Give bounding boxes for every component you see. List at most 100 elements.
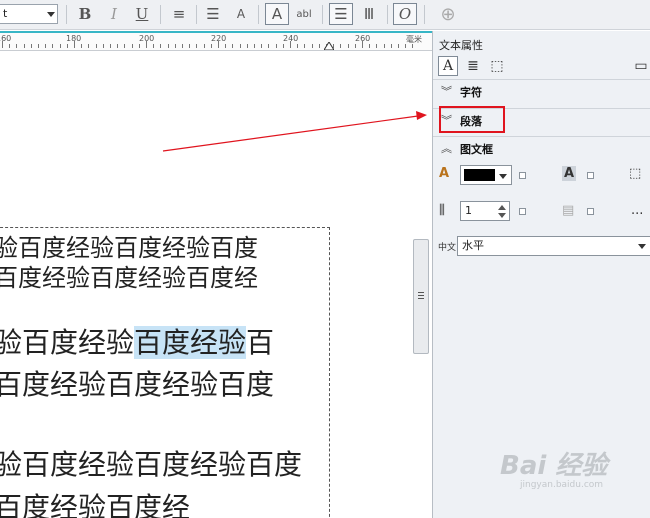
ruler-tick	[189, 44, 191, 48]
columns-value: 1	[465, 204, 472, 217]
align-left-icon: ≡	[172, 5, 186, 23]
ruler-tick	[102, 44, 104, 48]
ruler-tick	[74, 41, 75, 48]
ruler-tick	[45, 44, 47, 48]
frame-fill-checkbox[interactable]	[519, 172, 526, 179]
more-options-button[interactable]: ...	[631, 203, 643, 218]
text-align-button[interactable]: ≡	[167, 3, 191, 25]
interactive-object-button[interactable]: O	[393, 3, 417, 25]
tab-frame[interactable]: ⬚	[487, 56, 507, 76]
chevron-down-icon	[47, 12, 55, 17]
ruler-tick	[268, 44, 270, 48]
document-canvas[interactable]: 160 180 200 220 240 260 毫米 验百度经验百度经验百度 百…	[0, 31, 432, 518]
character-icon: A	[442, 58, 454, 74]
bullet-list-icon: ☰	[206, 5, 220, 23]
ruler-tick	[218, 41, 219, 48]
tab-paragraph[interactable]: ≣	[463, 56, 483, 76]
panel-options-icon: ▭	[634, 58, 648, 74]
underline-button[interactable]: U	[130, 3, 154, 25]
vertical-text-button[interactable]: Ⅲ	[357, 3, 381, 25]
ruler-tick	[297, 44, 299, 48]
toolbar-separator	[66, 5, 67, 24]
add-preset-button[interactable]: ⊕	[436, 3, 460, 25]
character-style-button[interactable]: A	[265, 3, 289, 25]
ruler-tick	[282, 44, 284, 48]
spin-up-icon[interactable]	[498, 205, 506, 210]
ruler-tick	[167, 44, 169, 48]
horizontal-ruler[interactable]: 160 180 200 220 240 260 毫米	[0, 31, 432, 51]
text-run: 百	[246, 326, 275, 359]
collapse-icon: ︽	[441, 142, 452, 155]
ruler-tick	[2, 41, 3, 48]
drop-cap-icon: A	[236, 7, 246, 21]
ruler-tick	[66, 44, 68, 48]
panel-menu-button[interactable]: ▭	[631, 56, 650, 76]
text-run: 验百度经验	[0, 326, 135, 359]
toolbar-separator	[322, 5, 323, 24]
ruler-tick	[354, 44, 356, 48]
ruler-tick	[88, 44, 90, 48]
chevron-down-icon	[499, 174, 507, 179]
text-direction-select[interactable]: 水平	[457, 236, 650, 256]
font-size-select[interactable]: t	[0, 4, 58, 24]
ruler-tick	[30, 44, 32, 48]
italic-button[interactable]: I	[102, 3, 126, 25]
color-swatch	[464, 169, 495, 181]
ruler-tick	[275, 44, 277, 48]
bullet-list-button[interactable]: ☰	[201, 3, 225, 25]
ruler-tick	[16, 44, 18, 48]
selected-text: 百度经验	[134, 326, 247, 359]
vertical-scrollbar-thumb[interactable]	[413, 239, 429, 354]
ruler-tick	[290, 41, 291, 48]
ruler-marker-icon[interactable]	[324, 42, 334, 50]
ruler-tick	[38, 44, 39, 48]
ruler-tick	[203, 44, 205, 48]
ruler-tick	[376, 44, 378, 48]
toolbar-separator	[424, 5, 425, 24]
column-width-checkbox[interactable]	[587, 208, 594, 215]
ruler-tick	[117, 44, 119, 48]
section-frame[interactable]: ︽ 图文框	[433, 136, 650, 158]
text-background-checkbox[interactable]	[587, 172, 594, 179]
bold-button[interactable]: B	[73, 3, 97, 25]
object-icon: O	[398, 5, 412, 23]
ruler-tick	[210, 44, 212, 48]
ruler-tick	[347, 44, 349, 48]
ruler-tick	[311, 44, 313, 48]
tab-character[interactable]: A	[438, 56, 458, 76]
ruler-tick	[232, 44, 234, 48]
ruler-tick	[412, 44, 414, 48]
annotation-box	[439, 106, 505, 133]
drop-cap-button[interactable]: A	[229, 3, 253, 25]
ruler-tick	[138, 44, 140, 48]
text-toolbar: t B I U ≡ ☰ A A abl ☰ Ⅲ O ⊕	[0, 0, 650, 30]
watermark-brand: Bai 经验	[500, 451, 608, 481]
plus-circle-icon: ⊕	[440, 3, 456, 25]
columns-checkbox[interactable]	[519, 208, 526, 215]
columns-spinner[interactable]: 1	[460, 201, 510, 221]
horizontal-text-button[interactable]: ☰	[329, 3, 353, 25]
text-line: 百度经验百度经验百度经	[0, 264, 258, 292]
toolbar-separator	[196, 5, 197, 24]
frame-fill-color-picker[interactable]	[460, 165, 512, 185]
toolbar-separator	[160, 5, 161, 24]
font-size-value: t	[3, 7, 8, 20]
spin-down-icon[interactable]	[498, 213, 506, 218]
ruler-tick	[318, 44, 320, 48]
ruler-tick	[153, 44, 155, 48]
ruler-tick	[254, 44, 255, 48]
grip-icon	[418, 292, 424, 293]
toolbar-separator	[387, 5, 388, 24]
watermark-url: jingyan.baidu.com	[520, 480, 604, 490]
ruler-tick	[124, 44, 126, 48]
chevron-down-icon	[638, 244, 646, 249]
ruler-tick	[261, 44, 263, 48]
underline-icon: U	[135, 5, 149, 23]
edit-text-button[interactable]: abl	[292, 3, 316, 25]
section-character[interactable]: ︾ 字符	[433, 79, 650, 101]
frame-border-icon[interactable]: ⬚	[629, 166, 641, 181]
ruler-tick	[390, 44, 392, 48]
ruler-tick	[131, 44, 133, 48]
edit-text-icon: abl	[296, 8, 312, 20]
ruler-tick	[239, 44, 241, 48]
